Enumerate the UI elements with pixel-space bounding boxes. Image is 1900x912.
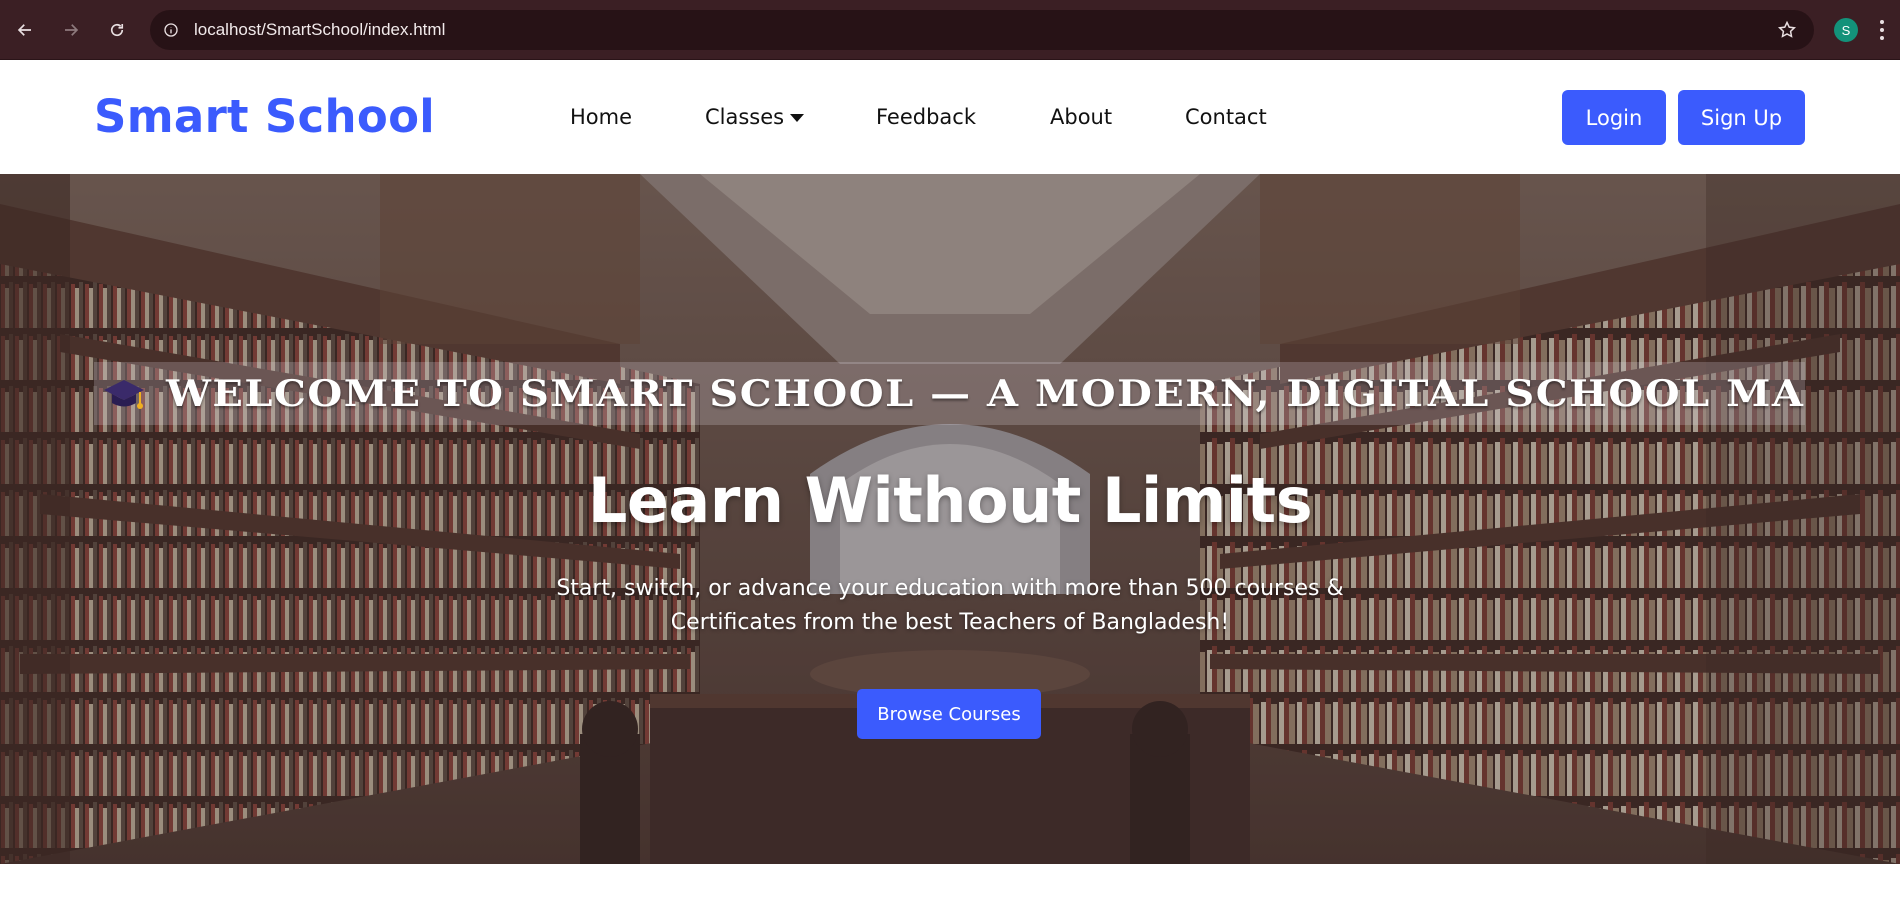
browser-menu-icon[interactable] [1876, 18, 1888, 42]
url-text[interactable]: localhost/SmartSchool/index.html [194, 20, 445, 40]
nav-contact[interactable]: Contact [1185, 105, 1267, 129]
nav-classes-label: Classes [705, 105, 785, 129]
signup-button[interactable]: Sign Up [1678, 90, 1805, 145]
hero-section: WELCOME TO SMART SCHOOL — A MODERN, DIGI… [0, 174, 1900, 864]
address-bar[interactable]: localhost/SmartSchool/index.html [150, 10, 1814, 50]
site-header: Smart School Home Classes Feedback About… [0, 60, 1900, 174]
forward-icon[interactable] [56, 15, 86, 45]
back-icon[interactable] [10, 15, 40, 45]
nav-home[interactable]: Home [570, 105, 632, 129]
profile-avatar[interactable]: S [1834, 18, 1858, 42]
nav-classes[interactable]: Classes [705, 105, 805, 129]
reload-icon[interactable] [102, 15, 132, 45]
browse-courses-button[interactable]: Browse Courses [857, 689, 1041, 739]
hero-subtitle: Start, switch, or advance your education… [500, 572, 1400, 640]
marquee-text: WELCOME TO SMART SCHOOL — A MODERN, DIGI… [166, 371, 1805, 416]
welcome-marquee: WELCOME TO SMART SCHOOL — A MODERN, DIGI… [94, 362, 1805, 425]
hero-title: Learn Without Limits [587, 464, 1313, 537]
hero-subtitle-line-1: Start, switch, or advance your education… [556, 576, 1344, 601]
login-button[interactable]: Login [1562, 90, 1666, 145]
bookmark-star-icon[interactable] [1774, 17, 1800, 43]
caret-down-icon [790, 114, 805, 122]
page-below-hero [0, 864, 1900, 912]
nav-feedback[interactable]: Feedback [876, 105, 976, 129]
browser-toolbar: localhost/SmartSchool/index.html S [0, 0, 1900, 60]
nav-about[interactable]: About [1050, 105, 1112, 129]
hero-subtitle-line-2: Certificates from the best Teachers of B… [670, 610, 1230, 635]
graduation-cap-icon [104, 379, 144, 409]
site-info-icon[interactable] [158, 17, 184, 43]
